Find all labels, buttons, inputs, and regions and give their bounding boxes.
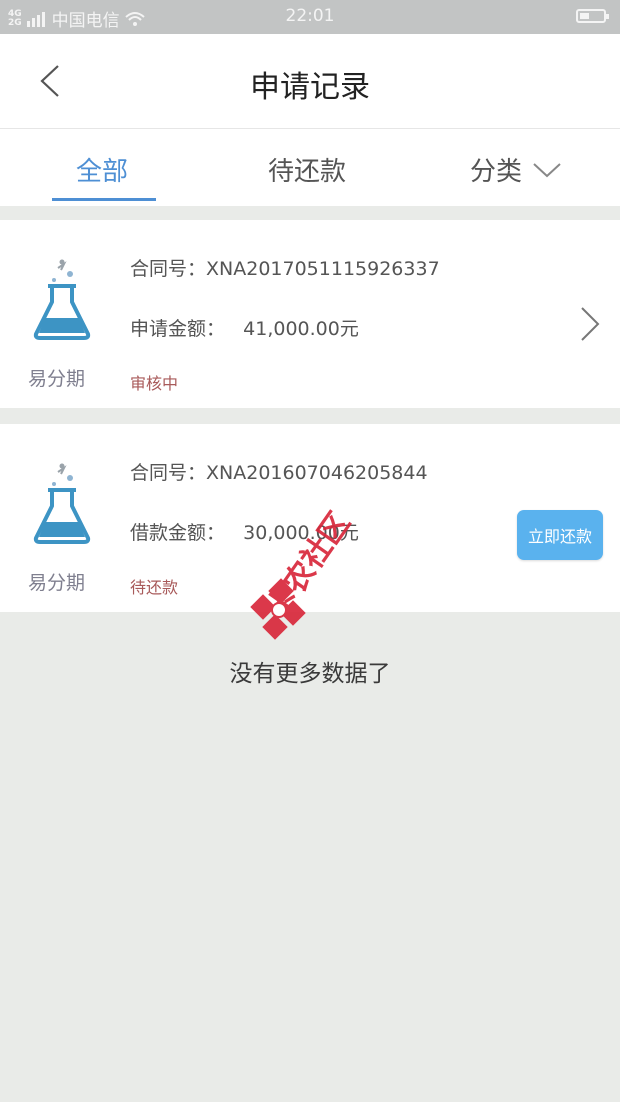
watermark-logo-icon: 卡农社区 (250, 507, 357, 640)
tab-category[interactable]: 分类 (470, 151, 562, 188)
flask-icon (33, 463, 91, 544)
tab-category-label: 分类 (470, 157, 523, 187)
record-status: 审核中 (130, 374, 179, 393)
page-title: 申请记录 (250, 70, 370, 105)
no-more-data: 没有更多数据了 (229, 661, 391, 687)
chevron-right-icon[interactable] (580, 306, 600, 342)
battery-icon (576, 9, 609, 23)
section-gap (0, 206, 620, 220)
contract-label: 合同号： (130, 258, 207, 280)
header: 申请记录 (0, 34, 620, 129)
record-brand: 易分期 (28, 368, 86, 390)
contract-label: 合同号： (130, 462, 207, 484)
record-brand: 易分期 (28, 572, 86, 594)
status-time: 22:01 (285, 6, 335, 26)
chevron-down-icon (533, 162, 561, 177)
amount-label: 借款金额： (130, 522, 226, 544)
repay-now-button[interactable]: 立即还款 (517, 510, 603, 560)
record-contract: 合同号：XNA2017051115926337 (130, 254, 440, 281)
tab-all[interactable]: 全部 (76, 151, 128, 188)
record-card[interactable]: 易分期 合同号：XNA2017051115926337 申请金额： 41,000… (0, 220, 620, 408)
contract-number: XNA2017051115926337 (206, 258, 440, 280)
flask-icon (33, 259, 91, 340)
amount-value: 41,000.00元 (243, 318, 359, 340)
tab-bar: 全部 待还款 分类 (0, 129, 620, 206)
status-bar: 4G 2G 中国电信 22:01 (0, 0, 620, 34)
amount-label: 申请金额： (130, 318, 226, 340)
record-amount: 申请金额： 41,000.00元 (130, 314, 359, 341)
tab-active-indicator (52, 198, 156, 201)
tab-pending-repay[interactable]: 待还款 (268, 151, 346, 188)
record-status: 待还款 (130, 578, 179, 597)
